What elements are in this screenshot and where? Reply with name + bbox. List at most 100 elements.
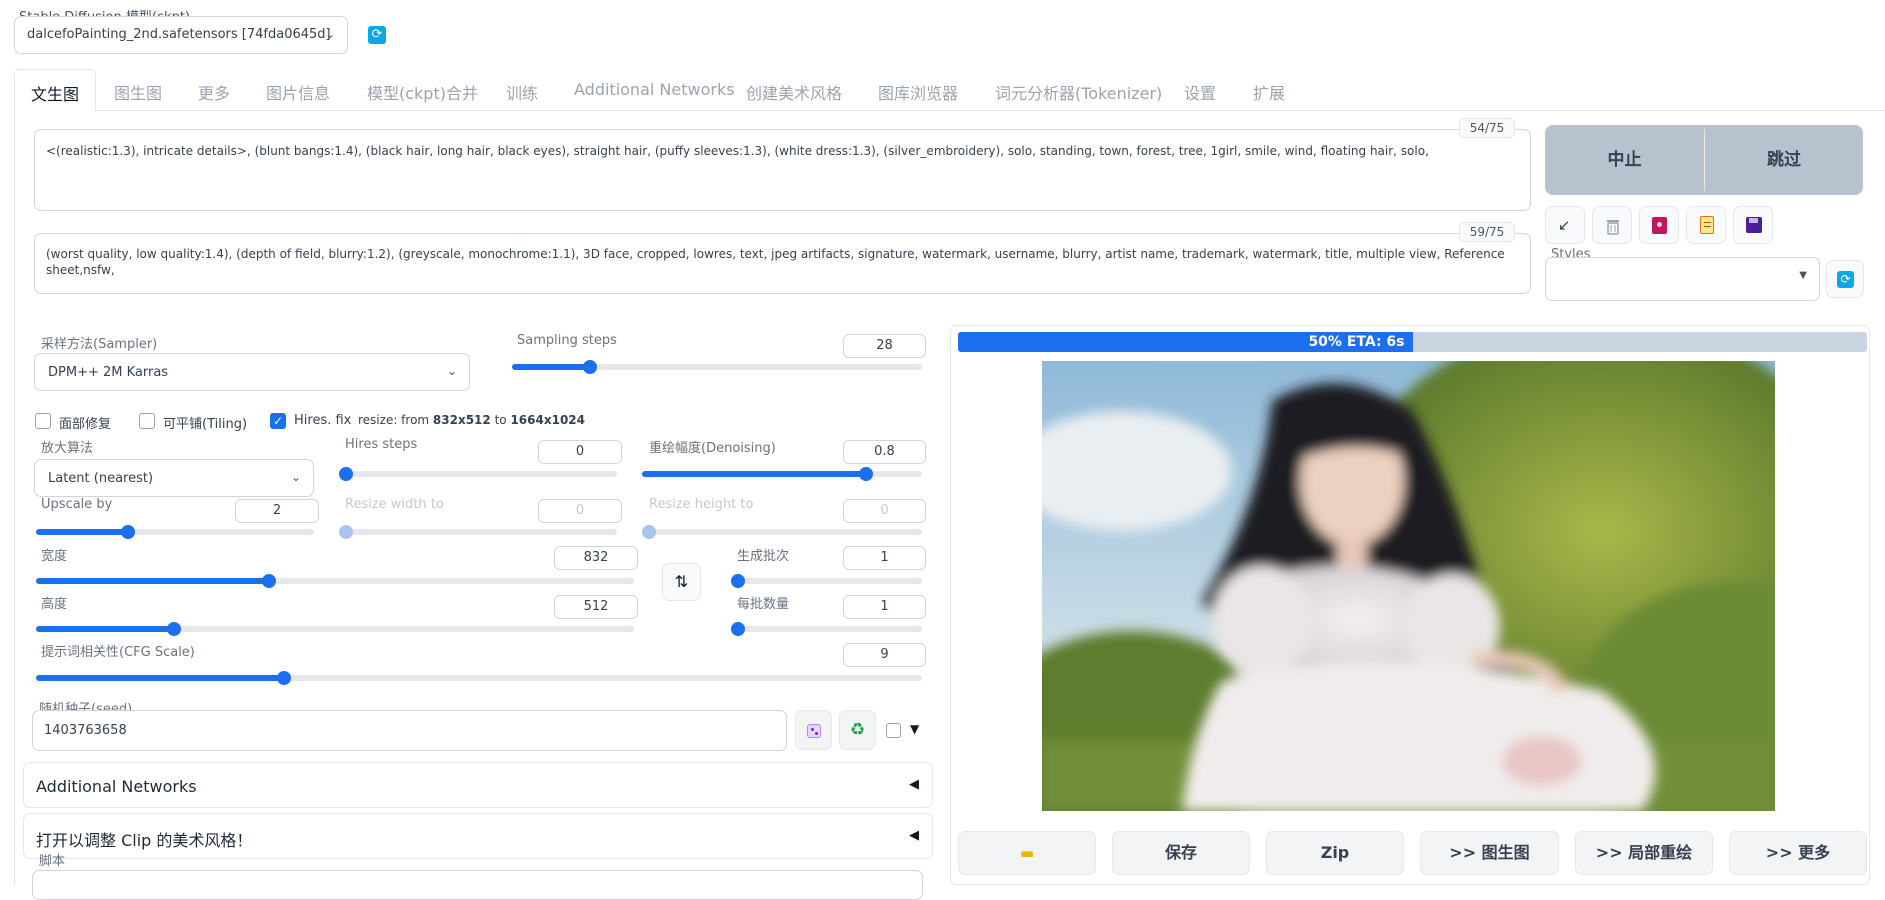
cfg-label: 提示词相关性(CFG Scale) [41,645,195,660]
seed-input[interactable]: 1403763658 [32,710,787,751]
batch-size-input[interactable]: 1 [843,595,926,619]
resize-height-input[interactable]: 0 [843,499,926,523]
script-label: 脚本 [39,854,66,869]
face-restore-label: 面部修复 [59,417,112,432]
width-slider[interactable] [36,574,634,588]
negative-prompt-textarea[interactable]: (worst quality, low quality:1.4), (depth… [34,233,1531,294]
upscaler-select[interactable]: Latent (nearest) ⌄ [34,459,314,497]
hires-steps-slider[interactable] [339,467,617,481]
zip-button[interactable]: Zip [1266,831,1404,875]
expand-triangle-icon[interactable]: ▼ [910,722,919,736]
apply-style-button[interactable] [1686,206,1726,244]
resize-width-input[interactable]: 0 [538,499,622,523]
tab-gallery[interactable]: 图库浏览器 [878,80,958,104]
triangle-left-icon: ◀ [909,777,919,792]
floppy-disk-icon [1746,217,1762,233]
steps-slider[interactable] [512,360,922,374]
hires-fix-checkbox[interactable]: ✓ [270,413,286,429]
prompt-token-counter: 54/75 [1459,118,1515,138]
batch-count-label: 生成批次 [737,549,790,564]
save-style-button[interactable] [1733,206,1773,244]
clear-prompt-button[interactable] [1592,206,1632,244]
tab-extras[interactable]: 更多 [198,80,230,104]
send-to-img2img-button[interactable]: >> 图生图 [1420,831,1559,875]
script-select[interactable] [32,870,923,900]
height-label: 高度 [41,597,68,612]
tiling-checkbox[interactable] [139,413,155,429]
negative-prompt-text: (worst quality, low quality:1.4), (depth… [46,247,1505,277]
height-input[interactable]: 512 [554,595,638,619]
tab-img2img[interactable]: 图生图 [114,80,162,104]
tab-txt2img[interactable]: 文生图 [14,69,96,111]
tab-tokenizer[interactable]: 词元分析器(Tokenizer) [995,80,1162,104]
refresh-icon[interactable]: ⟳ [368,26,386,44]
prompt-textarea[interactable]: <(realistic:1.3), intricate details>, (b… [34,129,1531,211]
tab-settings[interactable]: 设置 [1184,80,1216,104]
send-to-extras-button[interactable]: >> 更多 [1729,831,1867,875]
accordion-title: 打开以调整 Clip 的美术风格！ [36,831,253,850]
batch-size-slider[interactable] [731,622,922,636]
chevron-down-icon: ⌄ [324,27,335,41]
extra-networks-button[interactable] [1639,206,1679,244]
tab-train[interactable]: 训练 [506,80,538,104]
read-params-button[interactable]: ↙ [1545,206,1585,244]
progress-bar: 50% ETA: 6s [958,332,1867,352]
tab-aesthetic[interactable]: 创建美术风格 [746,80,842,104]
hires-steps-input[interactable]: 0 [538,440,622,464]
tab-divider [14,110,1885,111]
arrow-down-left-icon: ↙ [1558,216,1571,234]
tab-extensions[interactable]: 扩展 [1253,80,1285,104]
seed-value: 1403763658 [44,723,127,738]
preview-image[interactable] [1042,361,1775,811]
reuse-seed-button[interactable]: ♻ [839,710,876,750]
progress-text: 50% ETA: 6s [1308,334,1405,350]
tab-label: 文生图 [31,85,80,104]
denoise-input[interactable]: 0.8 [843,440,926,464]
sampler-select[interactable]: DPM++ 2M Karras ⌄ [34,353,470,391]
tab-merge[interactable]: 模型(ckpt)合并 [367,80,478,104]
steps-label: Sampling steps [517,333,617,348]
action-buttons: 中止 跳过 [1545,125,1863,195]
panel-border [14,110,15,885]
upscale-by-input[interactable]: 2 [235,499,319,523]
tab-pnginfo[interactable]: 图片信息 [266,80,330,104]
swap-arrows-icon: ⇅ [674,572,689,591]
additional-networks-accordion[interactable]: Additional Networks ◀ [23,762,933,808]
cfg-input[interactable]: 9 [843,643,926,667]
batch-count-slider[interactable] [731,574,922,588]
upscale-by-slider[interactable] [36,525,314,539]
save-button[interactable]: 保存 [1112,831,1250,875]
swap-dimensions-button[interactable]: ⇅ [662,563,701,601]
model-value: dalcefoPainting_2nd.safetensors [74fda06… [27,27,331,42]
resize-height-slider[interactable] [642,525,922,539]
skip-button[interactable]: 跳过 [1705,125,1863,195]
model-select[interactable]: dalcefoPainting_2nd.safetensors [74fda06… [14,16,348,54]
resize-height-label: Resize height to [649,497,754,512]
recycle-icon: ♻ [849,720,866,740]
send-to-inpaint-button[interactable]: >> 局部重绘 [1575,831,1713,875]
face-restore-checkbox[interactable] [35,413,51,429]
upscaler-label: 放大算法 [41,441,94,456]
aesthetic-clip-accordion[interactable]: 打开以调整 Clip 的美术风格！ ◀ [23,813,933,859]
height-slider[interactable] [36,622,634,636]
random-seed-button[interactable] [795,710,832,750]
chevron-down-icon: ⌄ [446,364,457,378]
tab-additional-networks[interactable]: Additional Networks [574,80,735,99]
width-input[interactable]: 832 [554,546,638,570]
styles-select[interactable]: ▼ [1545,257,1820,301]
clipboard-icon [1700,216,1714,234]
resize-width-slider[interactable] [339,525,617,539]
batch-count-input[interactable]: 1 [843,546,926,570]
extra-seed-checkbox[interactable] [886,723,901,738]
book-icon [1652,217,1667,234]
upscale-by-label: Upscale by [41,497,113,512]
sampler-value: DPM++ 2M Karras [48,365,169,380]
styles-refresh-button[interactable]: ⟳ [1826,260,1864,298]
denoise-slider[interactable] [642,467,922,481]
steps-input[interactable]: 28 [843,334,926,358]
folder-icon: ▬ [1019,844,1035,862]
interrupt-button[interactable]: 中止 [1545,125,1704,195]
tiling-label: 可平铺(Tiling) [163,417,248,432]
cfg-slider[interactable] [36,671,922,685]
open-folder-button[interactable]: ▬ [958,831,1096,875]
